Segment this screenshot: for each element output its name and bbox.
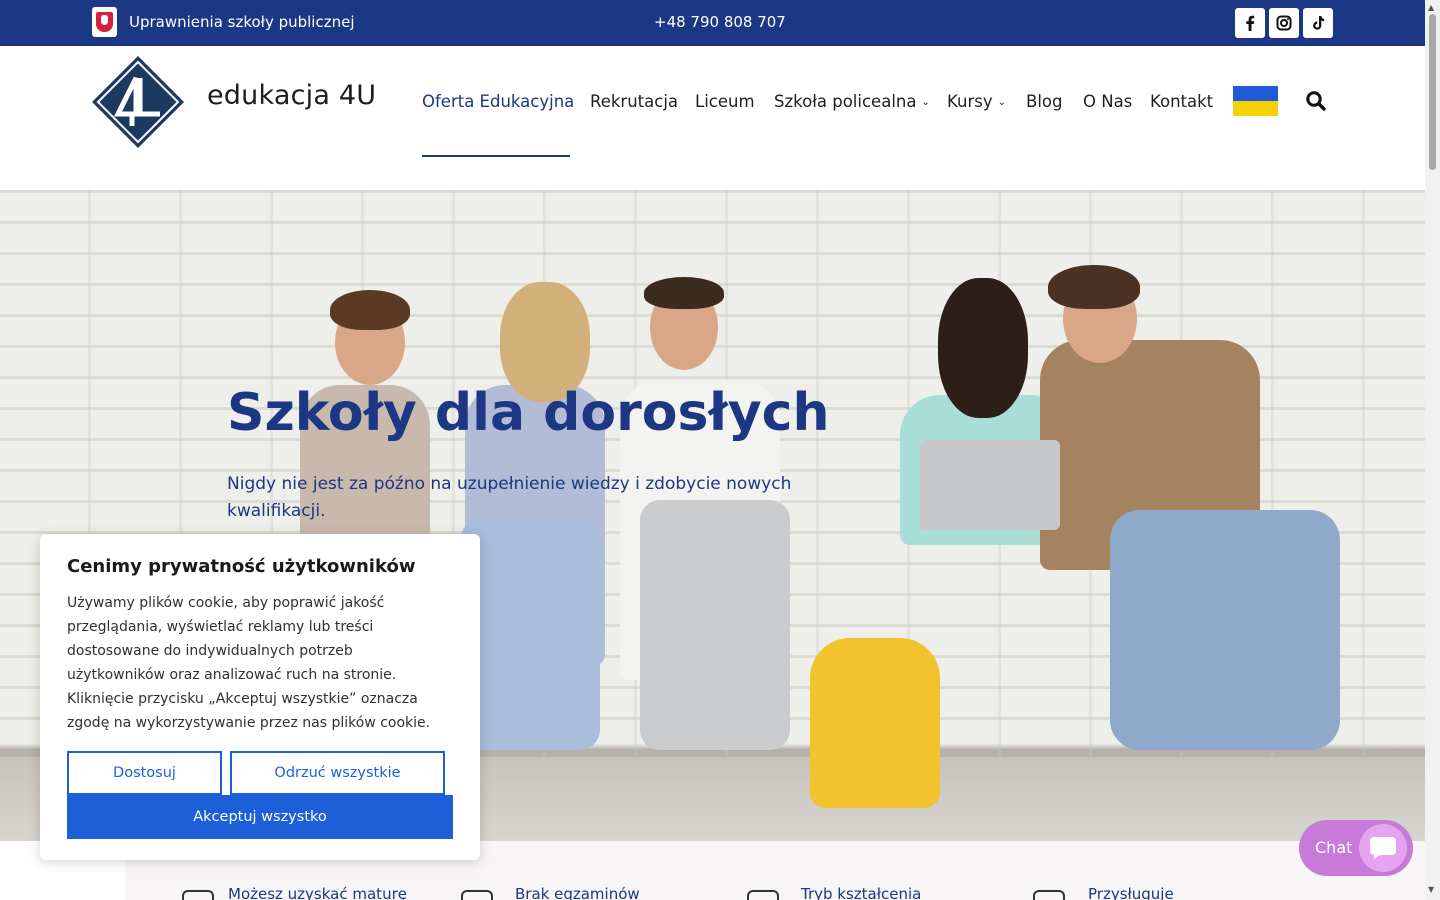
logo-text[interactable]: edukacja 4U xyxy=(207,80,376,111)
feature-label: Przysługuje xyxy=(1088,885,1174,900)
hero-subtitle: Nigdy nie jest za późno na uzupełnienie … xyxy=(227,474,792,521)
cookie-title: Cenimy prywatność użytkowników xyxy=(67,556,416,577)
feature-label: Tryb kształcenia xyxy=(801,885,922,900)
feature-label: Możesz uzyskać maturę xyxy=(228,885,407,900)
nav-liceum[interactable]: Liceum xyxy=(695,92,755,111)
nav-kontakt[interactable]: Kontakt xyxy=(1150,92,1213,111)
settings-icon xyxy=(747,890,779,900)
hero-title: Szkoły dla dorosłych xyxy=(227,383,830,443)
page-scrollbar[interactable]: ▲ ▼ xyxy=(1425,0,1440,900)
customize-button[interactable]: Dostosuj xyxy=(67,751,222,795)
nav-label: Oferta Edukacyjna xyxy=(422,92,575,111)
nav-label: Szkoła policealna xyxy=(774,92,917,111)
feature-label: Brak egzaminów xyxy=(515,885,640,900)
chat-bubble-icon xyxy=(1359,824,1407,872)
phone-number-link[interactable]: +48 790 808 707 xyxy=(654,13,786,31)
nav-label: Kursy xyxy=(947,92,993,111)
top-bar: Uprawnienia szkoły publicznej +48 790 80… xyxy=(0,0,1425,46)
nav-o-nas[interactable]: O Nas xyxy=(1083,92,1132,111)
cookie-body: Używamy plików cookie, aby poprawić jako… xyxy=(67,595,431,731)
chevron-down-icon: ⌄ xyxy=(997,97,1006,108)
search-icon[interactable] xyxy=(1305,90,1327,112)
benefit-icon xyxy=(1033,890,1065,900)
active-nav-underline xyxy=(422,155,570,157)
nav-label: Rekrutacja xyxy=(590,92,679,111)
polish-eagle-icon xyxy=(92,7,117,37)
graduation-icon xyxy=(182,890,214,900)
scrollbar-thumb[interactable] xyxy=(1429,14,1436,170)
site-header: edukacja 4U Oferta Edukacyjna Rekrutacja… xyxy=(0,46,1425,190)
chat-widget-button[interactable]: Chat xyxy=(1299,820,1413,876)
nav-szkola-policealna[interactable]: Szkoła policealna ⌄ xyxy=(774,92,930,111)
ukraine-flag-icon[interactable] xyxy=(1233,86,1278,116)
scroll-down-arrow-icon[interactable]: ▼ xyxy=(1428,885,1434,894)
chevron-down-icon: ⌄ xyxy=(921,97,930,108)
instagram-icon[interactable] xyxy=(1269,8,1299,38)
nav-label: O Nas xyxy=(1083,92,1133,111)
nav-kursy[interactable]: Kursy ⌄ xyxy=(947,92,1006,111)
facebook-icon[interactable] xyxy=(1235,8,1265,38)
reject-all-button[interactable]: Odrzuć wszystkie xyxy=(230,751,445,795)
nav-label: Kontakt xyxy=(1150,92,1214,111)
nav-label: Blog xyxy=(1026,92,1063,111)
edukacja4u-logo-icon[interactable] xyxy=(92,56,184,148)
nav-blog[interactable]: Blog xyxy=(1026,92,1062,111)
scroll-up-arrow-icon[interactable]: ▲ xyxy=(1428,3,1434,12)
exam-icon xyxy=(461,890,493,900)
nav-rekrutacja[interactable]: Rekrutacja xyxy=(590,92,678,111)
accept-all-button[interactable]: Akceptuj wszystko xyxy=(67,795,453,839)
chat-label: Chat xyxy=(1315,838,1353,857)
nav-label: Liceum xyxy=(695,92,755,111)
public-school-rights-text: Uprawnienia szkoły publicznej xyxy=(129,13,355,31)
nav-oferta-edukacyjna[interactable]: Oferta Edukacyjna xyxy=(422,92,574,111)
cookie-consent-dialog: Cenimy prywatność użytkowników Używamy p… xyxy=(40,534,480,860)
tiktok-icon[interactable] xyxy=(1303,8,1333,38)
